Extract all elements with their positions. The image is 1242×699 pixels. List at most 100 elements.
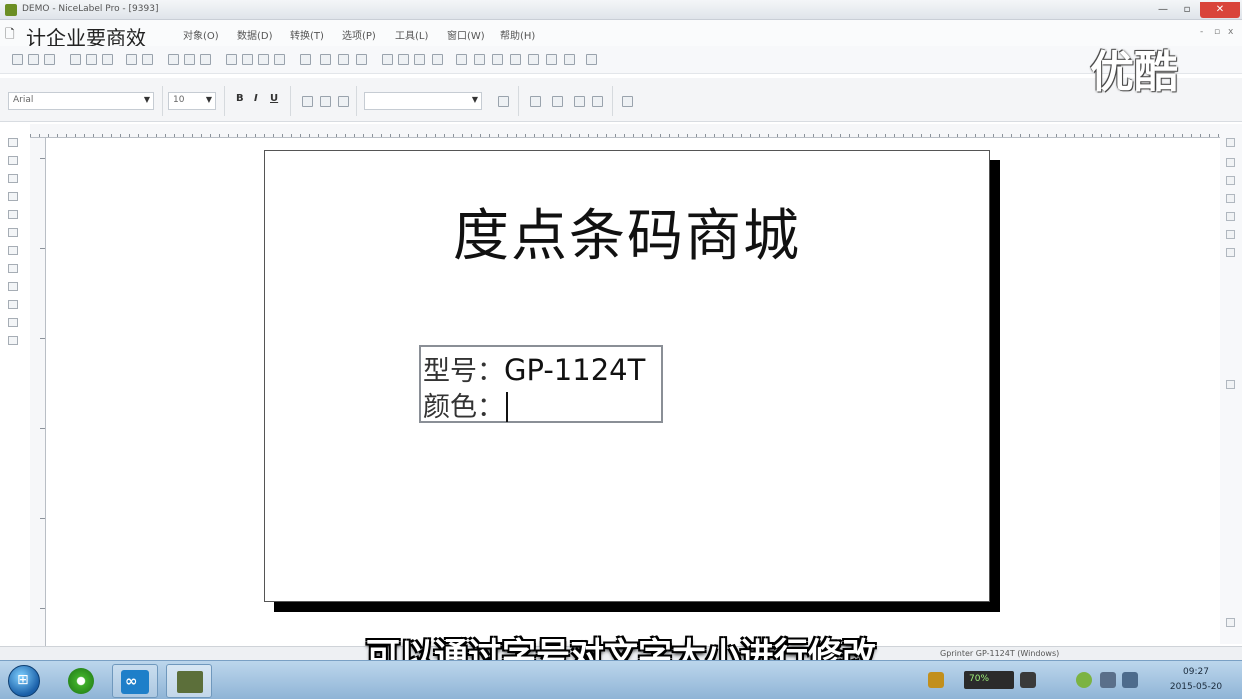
tray-flag-icon[interactable] xyxy=(1122,672,1138,688)
mirror-icon[interactable] xyxy=(474,54,485,65)
cut-icon[interactable] xyxy=(70,54,81,65)
distribute-icon[interactable] xyxy=(300,54,311,65)
variable-icon[interactable] xyxy=(382,54,393,65)
magnify-tool-icon[interactable] xyxy=(8,336,18,345)
start-button[interactable]: ⊞ xyxy=(8,665,40,697)
maximize-button[interactable]: ▫ xyxy=(1176,2,1198,18)
print-icon[interactable] xyxy=(168,54,179,65)
menu-tools[interactable]: 工具(L) xyxy=(395,27,428,42)
paste-icon[interactable] xyxy=(102,54,113,65)
label-design-area[interactable]: 度点条码商城 型号：GP-1124T 颜色： xyxy=(264,150,990,602)
align-left-icon[interactable] xyxy=(242,54,253,65)
zoom-actual-icon[interactable] xyxy=(592,96,603,107)
menu-options[interactable]: 选项(P) xyxy=(342,27,376,42)
pointer-tool-icon[interactable] xyxy=(8,138,18,147)
taskbar-browser-button[interactable] xyxy=(58,664,104,698)
model-label: 型号： xyxy=(423,356,504,387)
align-center-text-icon[interactable] xyxy=(320,96,331,107)
zoom-out-icon[interactable] xyxy=(552,96,563,107)
italic-button[interactable]: I xyxy=(254,93,258,104)
menu-help[interactable]: 帮助(H) xyxy=(500,27,535,42)
text-tool-icon[interactable] xyxy=(8,156,18,165)
order-front-icon[interactable] xyxy=(492,54,503,65)
mdi-close-button[interactable]: x xyxy=(1228,27,1233,37)
minimize-button[interactable]: — xyxy=(1152,2,1174,18)
print-preview-icon[interactable] xyxy=(184,54,195,65)
refresh-icon[interactable] xyxy=(622,96,633,107)
side-tool-icon[interactable] xyxy=(1226,212,1235,221)
rectangle-tool-icon[interactable] xyxy=(8,228,18,237)
settings-icon[interactable] xyxy=(546,54,557,65)
ruler-tick xyxy=(40,248,45,249)
menu-window[interactable]: 窗口(W) xyxy=(447,27,485,42)
scroll-thumb-icon[interactable] xyxy=(1226,380,1235,389)
underline-button[interactable]: U xyxy=(270,93,278,104)
zoom-icon[interactable] xyxy=(432,54,443,65)
menu-transform[interactable]: 转换(T) xyxy=(290,27,324,42)
zoom-tool-icon[interactable] xyxy=(8,318,18,327)
color-icon[interactable] xyxy=(498,96,509,107)
rtf-tool-icon[interactable] xyxy=(8,300,18,309)
lock-icon[interactable] xyxy=(356,54,367,65)
help-icon[interactable] xyxy=(586,54,597,65)
style-combo[interactable]: ▼ xyxy=(364,92,482,110)
align-right-text-icon[interactable] xyxy=(338,96,349,107)
image-tool-icon[interactable] xyxy=(8,210,18,219)
undo-icon[interactable] xyxy=(126,54,137,65)
align-left-text-icon[interactable] xyxy=(302,96,313,107)
mdi-restore-button[interactable]: ▫ xyxy=(1214,27,1220,37)
side-tool-icon[interactable] xyxy=(1226,230,1235,239)
mdi-minimize-button[interactable]: - xyxy=(1200,27,1203,37)
chevron-down-icon: ▼ xyxy=(143,95,150,104)
tray-volume-icon[interactable] xyxy=(1100,672,1116,688)
copy-icon[interactable] xyxy=(86,54,97,65)
label-heading[interactable]: 度点条码商城 xyxy=(265,191,989,272)
tray-network-icon[interactable] xyxy=(1020,672,1036,688)
fill-tool-icon[interactable] xyxy=(8,282,18,291)
menu-object[interactable]: 对象(O) xyxy=(183,27,219,42)
rotate-icon[interactable] xyxy=(456,54,467,65)
order-back-icon[interactable] xyxy=(510,54,521,65)
taskbar-clock[interactable]: 09:27 2015-05-20 xyxy=(1156,665,1236,695)
ellipse-tool-icon[interactable] xyxy=(8,264,18,273)
menu-data[interactable]: 数据(D) xyxy=(237,27,273,42)
properties-icon[interactable] xyxy=(528,54,539,65)
align-center-icon[interactable] xyxy=(258,54,269,65)
side-tool-icon[interactable] xyxy=(1226,158,1235,167)
grid-icon[interactable] xyxy=(226,54,237,65)
ungroup-icon[interactable] xyxy=(338,54,349,65)
scroll-up-icon[interactable] xyxy=(1226,138,1235,147)
font-name-combo[interactable]: Arial ▼ xyxy=(8,92,154,110)
tray-security-icon[interactable] xyxy=(1076,672,1092,688)
redo-icon[interactable] xyxy=(142,54,153,65)
page-setup-icon[interactable] xyxy=(200,54,211,65)
barcode-tool-icon[interactable] xyxy=(8,192,18,201)
bold-button[interactable]: B xyxy=(236,93,244,104)
taskbar-printer-button[interactable] xyxy=(166,664,212,698)
line-tool-icon[interactable] xyxy=(8,246,18,255)
label-textbox[interactable]: 型号：GP-1124T 颜色： xyxy=(419,345,663,423)
watermark-logo: 优酷 xyxy=(1090,47,1178,98)
function-icon[interactable] xyxy=(398,54,409,65)
battery-indicator[interactable]: 70% xyxy=(964,671,1014,689)
side-tool-icon[interactable] xyxy=(1226,194,1235,203)
printer-settings-icon[interactable] xyxy=(564,54,575,65)
close-button[interactable]: ✕ xyxy=(1200,2,1240,18)
align-right-icon[interactable] xyxy=(274,54,285,65)
new-icon[interactable] xyxy=(12,54,23,65)
scroll-down-icon[interactable] xyxy=(1226,618,1235,627)
database-icon[interactable] xyxy=(414,54,425,65)
toolbar-separator xyxy=(162,86,163,116)
side-tool-icon[interactable] xyxy=(1226,176,1235,185)
zoom-in-icon[interactable] xyxy=(530,96,541,107)
taskbar-nicelabel-button[interactable]: ∞ xyxy=(112,664,158,698)
group-icon[interactable] xyxy=(320,54,331,65)
zoom-fit-icon[interactable] xyxy=(574,96,585,107)
font-size-combo[interactable]: 10 ▼ xyxy=(168,92,216,110)
open-icon[interactable] xyxy=(28,54,39,65)
ruler-tick xyxy=(40,338,45,339)
tray-app-icon[interactable] xyxy=(928,672,944,688)
side-tool-icon[interactable] xyxy=(1226,248,1235,257)
save-icon[interactable] xyxy=(44,54,55,65)
paragraph-tool-icon[interactable] xyxy=(8,174,18,183)
